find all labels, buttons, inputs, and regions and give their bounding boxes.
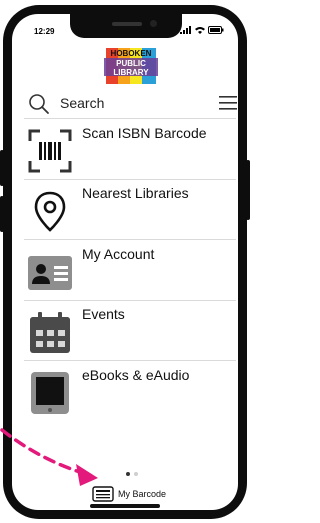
status-time: 12:29 [34,27,55,36]
menu-item-label: eBooks & eAudio [82,367,190,383]
search-label: Search [60,95,105,111]
volume-down-button [0,196,4,232]
logo-line1: HOBOKEN [111,49,152,58]
menu-item-scan-isbn[interactable]: Scan ISBN Barcode [12,121,238,179]
id-card-icon [28,256,72,290]
divider [24,360,236,361]
page-dot-active[interactable] [126,472,130,476]
calendar-icon [30,312,70,353]
speaker [112,22,142,26]
menu-item-my-account[interactable]: My Account [12,242,238,300]
divider [24,179,236,180]
status-icons [180,26,224,34]
volume-up-button [0,150,4,186]
menu-item-label: Scan ISBN Barcode [82,125,207,141]
front-camera [150,20,157,27]
menu-item-events[interactable]: Events [12,302,238,360]
menu-item-label: Events [82,306,125,322]
power-button [246,160,250,220]
wifi-icon [195,27,205,34]
search-bar[interactable]: Search [26,93,238,115]
menu-item-label: Nearest Libraries [82,185,189,201]
divider [24,300,236,301]
signal-icon [180,26,191,34]
page-dot[interactable] [134,472,138,476]
logo-line2: PUBLIC [116,59,146,68]
my-barcode-label: My Barcode [118,489,167,499]
divider [24,239,236,240]
search-icon [29,94,49,114]
barcode-scan-icon [28,129,72,173]
menu-item-nearest-libraries[interactable]: Nearest Libraries [12,181,238,239]
divider [24,118,236,119]
menu-item-label: My Account [82,246,155,262]
battery-icon [208,26,224,34]
annotation-arrow [0,428,98,486]
map-pin-icon [34,191,66,232]
hamburger-menu-icon[interactable] [218,95,238,111]
page-indicator [126,472,138,476]
logo-line3: LIBRARY [113,68,149,77]
hoboken-library-logo: HOBOKEN PUBLIC LIBRARY [104,48,158,84]
notch [70,14,182,38]
home-indicator [90,504,160,508]
